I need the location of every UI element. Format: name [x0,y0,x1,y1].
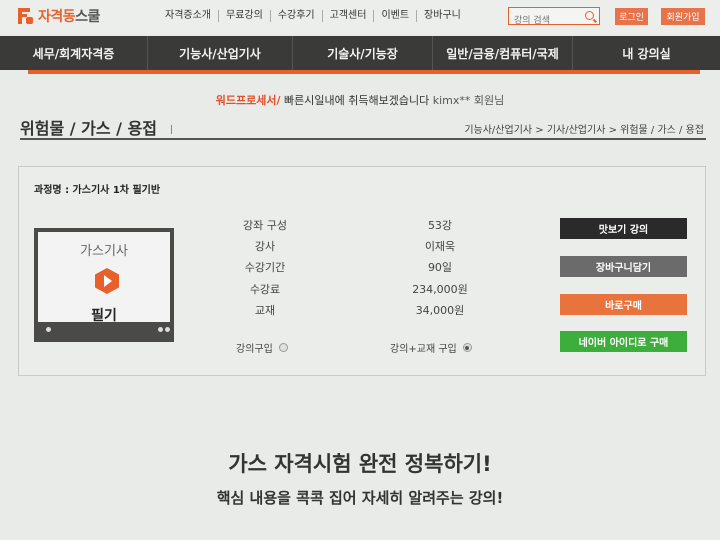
main-nav-engineer[interactable]: 기술사/기능장 [293,36,433,70]
course-name: 과정명 : 가스기사 1차 필기반 [34,185,161,196]
util-nav-cart[interactable]: 장바구니 [417,10,468,22]
main-nav-general[interactable]: 일반/금융/컴퓨터/국제 [433,36,573,70]
detail-value-composition: 53강 [427,219,453,232]
ticker-course: 워드프로세서/ [215,94,281,107]
detail-value-instructor: 이재욱 [424,240,456,253]
buy-now-button[interactable]: 바로구매 [560,294,687,315]
detail-label-composition: 강좌 구성 [243,219,287,232]
util-nav-intro[interactable]: 자격증소개 [158,10,219,22]
main-nav: 세무/회계자격증 기능사/산업기사 기술사/기능장 일반/금융/컴퓨터/국제 내… [0,36,720,70]
monitor-dot-icon [158,327,163,332]
top-bar: 자격동스쿨 자격증소개 무료강의 수강후기 고객센터 이벤트 장바구니 로그인 … [0,0,720,34]
monitor-dot-icon [46,327,51,332]
detail-label-period: 수강기간 [244,261,286,274]
option-lecture-textbook[interactable]: 강의+교재 구입 [390,340,472,355]
site-logo[interactable]: 자격동스쿨 [18,6,100,26]
util-nav-events[interactable]: 이벤트 [374,10,418,22]
add-to-cart-button[interactable]: 장바구니담기 [560,256,687,277]
main-nav-tax-accounting[interactable]: 세무/회계자격증 [0,36,148,70]
util-nav-free-lectures[interactable]: 무료강의 [219,10,271,22]
detail-label-textbook: 교재 [254,304,276,317]
logo-text: 자격동스쿨 [38,9,100,25]
monitor-dot-icon [165,327,170,332]
review-ticker[interactable]: 워드프로세서/ 빠른시일내에 취득해보겠습니다 kimx** 회원님 [0,92,720,108]
nav-accent-bar [28,70,700,74]
play-icon [95,268,119,294]
detail-value-period: 90일 [427,261,453,274]
login-button[interactable]: 로그인 [615,8,648,25]
utility-nav: 자격증소개 무료강의 수강후기 고객센터 이벤트 장바구니 [158,10,468,22]
util-nav-customer-center[interactable]: 고객센터 [323,10,375,22]
promo-headline: 가스 자격시험 완전 정복하기! [228,452,492,476]
ticker-user: kimx** 회원님 [432,94,505,107]
radio-button[interactable] [278,343,288,352]
promo-subline: 핵심 내용을 콕콕 집어 자세히 알려주는 강의! [216,489,504,507]
page-title: 위험물 / 가스 / 용접 [20,115,172,139]
util-nav-reviews[interactable]: 수강후기 [271,10,323,22]
search-box [508,7,600,29]
option-lecture-only[interactable]: 강의구입 [236,340,288,355]
search-input[interactable] [509,13,584,29]
thumbnail-title: 가스기사 [80,244,128,259]
option-label: 강의+교재 구입 [390,344,457,355]
join-button[interactable]: 회원가입 [661,8,705,25]
ticker-message: 빠른시일내에 취득해보겠습니다 [284,94,430,107]
thumbnail-subtitle: 필기 [91,308,117,324]
course-thumbnail[interactable]: 가스기사 필기 [34,228,174,342]
main-nav-craftsman[interactable]: 기능사/산업기사 [148,36,293,70]
detail-label-instructor: 강사 [254,240,276,253]
radio-button[interactable] [462,343,472,352]
logo-icon [18,8,34,24]
breadcrumb[interactable]: 기능사/산업기사 > 기사/산업기사 > 위험물 / 가스 / 용접 [464,121,704,136]
thumbnail-screen: 가스기사 필기 [38,232,170,324]
detail-value-fee: 234,000원 [412,283,468,296]
preview-lecture-button[interactable]: 맛보기 강의 [560,218,687,239]
detail-label-fee: 수강료 [249,283,281,296]
detail-value-textbook: 34,000원 [415,304,465,317]
title-divider [20,138,706,140]
naver-purchase-button[interactable]: 네이버 아이디로 구매 [560,331,687,352]
option-label: 강의구입 [236,344,273,355]
search-icon[interactable] [585,11,594,20]
main-nav-my-classroom[interactable]: 내 강의실 [573,36,720,70]
